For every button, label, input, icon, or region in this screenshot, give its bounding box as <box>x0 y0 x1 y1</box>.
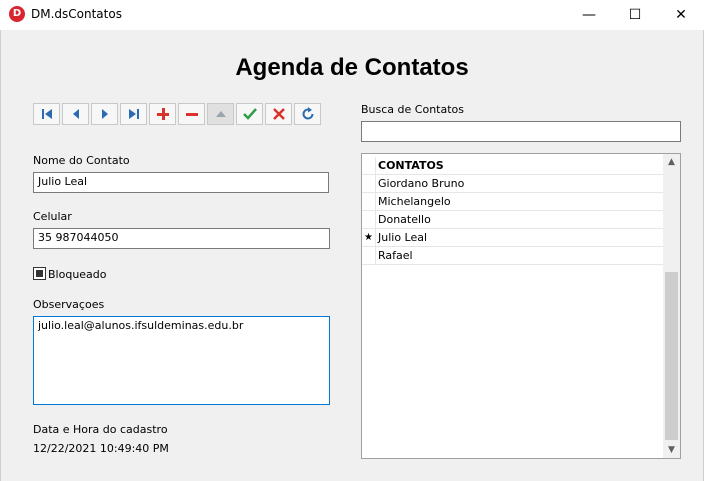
table-row[interactable]: Michelangelo <box>362 193 664 211</box>
refresh-icon <box>302 107 313 120</box>
plus-icon <box>156 108 169 120</box>
nome-label: Nome do Contato <box>33 154 130 167</box>
db-navigator <box>33 103 323 127</box>
row-indicator <box>362 247 376 264</box>
edit-record-button[interactable] <box>207 103 234 125</box>
page-title: Agenda de Contatos <box>235 54 469 81</box>
contato-name: Rafael <box>378 249 413 262</box>
refresh-button[interactable] <box>294 103 321 125</box>
window-title: DM.dsContatos <box>31 7 122 21</box>
celular-field[interactable]: 35 987044050 <box>33 228 330 249</box>
post-record-button[interactable] <box>236 103 263 125</box>
scroll-up-icon[interactable]: ▲ <box>663 154 680 170</box>
grid-indicator-header <box>362 157 376 174</box>
row-indicator <box>362 193 376 210</box>
first-icon <box>41 109 52 119</box>
x-icon <box>272 108 285 120</box>
insert-record-button[interactable] <box>149 103 176 125</box>
column-header-contatos[interactable]: CONTATOS <box>378 159 444 172</box>
next-record-button[interactable] <box>91 103 118 125</box>
row-indicator <box>362 211 376 228</box>
table-row[interactable]: Donatello <box>362 211 664 229</box>
scroll-down-icon[interactable]: ▼ <box>663 442 680 458</box>
check-icon <box>242 108 257 120</box>
grid-header: CONTATOS <box>362 157 664 175</box>
cancel-record-button[interactable] <box>265 103 292 125</box>
contatos-grid[interactable]: CONTATOS Giordano Bruno Michelangelo Don… <box>361 153 681 459</box>
triangle-up-icon <box>215 111 226 117</box>
busca-input[interactable] <box>361 121 681 142</box>
prior-icon <box>72 109 79 119</box>
data-cadastro-label: Data e Hora do cadastro <box>33 423 168 436</box>
current-row-star-icon: ★ <box>362 229 376 246</box>
maximize-button[interactable]: ☐ <box>612 0 658 30</box>
last-icon <box>128 109 139 119</box>
app-icon: D <box>9 6 25 22</box>
observacoes-label: Observaçoes <box>33 298 105 311</box>
title-bar: D DM.dsContatos — ☐ ✕ <box>0 0 704 30</box>
minimize-button[interactable]: — <box>566 0 612 30</box>
contato-name: Giordano Bruno <box>378 177 465 190</box>
nome-field[interactable]: Julio Leal <box>33 172 329 193</box>
bloqueado-checkbox[interactable] <box>33 267 46 280</box>
data-cadastro-value: 12/22/2021 10:49:40 PM <box>33 442 169 455</box>
last-record-button[interactable] <box>120 103 147 125</box>
table-row[interactable]: Rafael <box>362 247 664 265</box>
first-record-button[interactable] <box>33 103 60 125</box>
table-row[interactable]: Giordano Bruno <box>362 175 664 193</box>
row-indicator <box>362 175 376 192</box>
observacoes-memo[interactable]: julio.leal@alunos.ifsuldeminas.edu.br <box>33 316 330 405</box>
close-window-button[interactable]: ✕ <box>658 0 704 30</box>
contato-name: Julio Leal <box>378 231 428 244</box>
window-border-left <box>0 30 1 481</box>
contato-name: Michelangelo <box>378 195 451 208</box>
celular-label: Celular <box>33 210 72 223</box>
grid-scrollbar[interactable]: ▲ ▼ <box>663 154 680 458</box>
table-row[interactable]: ★ Julio Leal <box>362 229 664 247</box>
minus-icon <box>185 113 198 116</box>
scroll-thumb[interactable] <box>665 272 678 440</box>
bloqueado-label: Bloqueado <box>48 268 107 281</box>
delete-record-button[interactable] <box>178 103 205 125</box>
prior-record-button[interactable] <box>62 103 89 125</box>
busca-label: Busca de Contatos <box>361 103 464 116</box>
next-icon <box>101 109 108 119</box>
contato-name: Donatello <box>378 213 431 226</box>
